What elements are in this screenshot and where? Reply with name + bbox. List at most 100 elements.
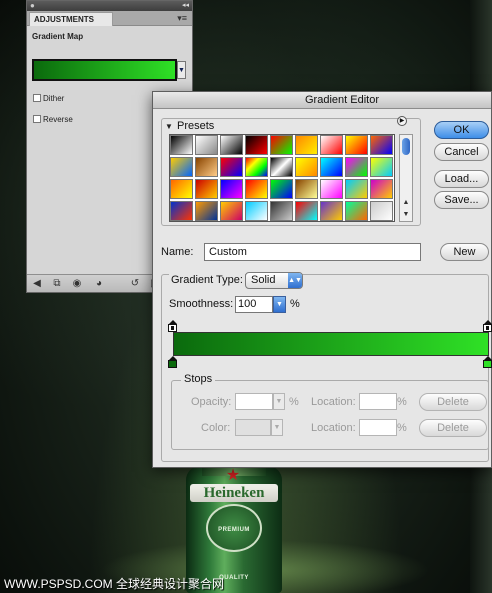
presets-menu-icon[interactable]: ▶: [397, 116, 407, 126]
preset-swatch[interactable]: [295, 179, 318, 199]
preset-swatch[interactable]: [345, 135, 368, 155]
stops-group: [171, 380, 489, 450]
smoothness-unit: %: [290, 298, 300, 310]
preset-swatch[interactable]: [320, 201, 343, 221]
gradient-type-select[interactable]: Solid ▲▼: [245, 272, 303, 289]
preset-swatch[interactable]: [320, 179, 343, 199]
preset-swatch[interactable]: [245, 135, 268, 155]
preset-swatch[interactable]: [220, 157, 243, 177]
scrollbar-thumb[interactable]: [402, 138, 410, 155]
opacity-stop-right[interactable]: [483, 320, 492, 332]
adjustment-title: Gradient Map: [32, 32, 84, 41]
preset-swatch[interactable]: [370, 201, 393, 221]
delete-color-stop-button[interactable]: Delete: [419, 419, 487, 437]
preset-swatch[interactable]: [320, 135, 343, 155]
dialog-title: Gradient Editor: [153, 92, 491, 109]
preset-swatch[interactable]: [245, 179, 268, 199]
save-button[interactable]: Save...: [434, 191, 489, 209]
preset-swatch[interactable]: [270, 201, 293, 221]
preset-swatches-grid: [169, 134, 395, 222]
smoothness-dropdown[interactable]: ▼: [273, 296, 286, 313]
opacity-input[interactable]: [235, 393, 273, 410]
preset-swatch[interactable]: [170, 179, 193, 199]
tab-adjustments[interactable]: ADJUSTMENTS: [29, 12, 113, 26]
preset-swatch[interactable]: [270, 135, 293, 155]
gradient-picker-dropdown[interactable]: ▼: [177, 61, 186, 79]
preset-swatch[interactable]: [195, 179, 218, 199]
preset-swatch[interactable]: [370, 157, 393, 177]
ok-button[interactable]: OK: [434, 121, 489, 139]
panel-collapse-icon[interactable]: ◂◂: [182, 1, 189, 11]
color-stop-right[interactable]: [483, 356, 492, 368]
opacity-location-label: Location:: [311, 396, 356, 408]
load-button[interactable]: Load...: [434, 170, 489, 188]
preset-swatch[interactable]: [370, 179, 393, 199]
preset-swatch[interactable]: [220, 201, 243, 221]
opacity-dropdown[interactable]: ▼: [273, 393, 285, 410]
preset-swatch[interactable]: [270, 179, 293, 199]
preset-swatch[interactable]: [295, 201, 318, 221]
dither-label: Dither: [43, 94, 65, 103]
color-stop-left[interactable]: [168, 356, 178, 368]
scroll-down-icon[interactable]: ▼: [401, 211, 411, 219]
clip-layer-icon[interactable]: ⧉: [51, 278, 63, 290]
preset-swatch[interactable]: [170, 201, 193, 221]
color-location-unit: %: [397, 422, 407, 434]
preset-swatch[interactable]: [270, 157, 293, 177]
preset-swatch[interactable]: [220, 179, 243, 199]
panel-menu-icon[interactable]: ▾≡: [177, 14, 187, 23]
bottle-seal: PREMIUM QUALITY: [206, 504, 262, 581]
back-arrow-icon[interactable]: ◀: [31, 278, 43, 290]
preset-swatch[interactable]: [195, 201, 218, 221]
opacity-location-input[interactable]: [359, 393, 397, 410]
preset-swatch[interactable]: [295, 135, 318, 155]
panel-close-icon[interactable]: ●: [30, 1, 35, 11]
delete-opacity-stop-button[interactable]: Delete: [419, 393, 487, 411]
preset-swatch[interactable]: [345, 179, 368, 199]
stops-label: Stops: [181, 373, 216, 385]
color-label: Color:: [201, 422, 231, 434]
bottle-brand-label: Heineken: [190, 484, 278, 502]
color-swatch[interactable]: [235, 419, 271, 436]
cancel-button[interactable]: Cancel: [434, 143, 489, 161]
preset-swatch[interactable]: [320, 157, 343, 177]
view-previous-icon[interactable]: ◕: [93, 278, 105, 290]
preset-swatch[interactable]: [195, 157, 218, 177]
preset-swatch[interactable]: [370, 135, 393, 155]
reset-icon[interactable]: ↺: [129, 278, 141, 290]
color-dropdown[interactable]: ▼: [271, 419, 283, 436]
presets-disclosure-icon[interactable]: ▼: [165, 122, 173, 131]
gradient-type-value: Solid: [251, 274, 276, 286]
bottle-star-icon: ★: [225, 467, 241, 484]
preset-swatch[interactable]: [295, 157, 318, 177]
opacity-stop-left[interactable]: [168, 320, 178, 332]
gradient-editor-dialog: Gradient Editor ▼ Presets ▶ ▲ ▼ OK Cance…: [152, 91, 492, 468]
reverse-checkbox[interactable]: [33, 115, 41, 123]
gradient-ramp[interactable]: [173, 332, 489, 356]
opacity-location-unit: %: [397, 396, 407, 408]
gradient-map-preview[interactable]: [32, 59, 177, 81]
gradient-type-label: Gradient Type:: [169, 274, 245, 286]
preset-swatch[interactable]: [170, 157, 193, 177]
preset-swatch[interactable]: [345, 157, 368, 177]
preset-swatch[interactable]: [220, 135, 243, 155]
panel-topstrip: ● ◂◂: [27, 1, 192, 11]
name-input[interactable]: Custom: [204, 243, 421, 261]
preset-swatch[interactable]: [245, 201, 268, 221]
preset-swatch[interactable]: [345, 201, 368, 221]
presets-scrollbar[interactable]: ▲ ▼: [399, 134, 413, 222]
color-location-label: Location:: [311, 422, 356, 434]
opacity-label: Opacity:: [191, 396, 232, 408]
preset-swatch[interactable]: [195, 135, 218, 155]
visibility-eye-icon[interactable]: ◉: [71, 278, 83, 290]
preset-swatch[interactable]: [245, 157, 268, 177]
reverse-label: Reverse: [43, 115, 73, 124]
opacity-unit: %: [289, 396, 299, 408]
smoothness-input[interactable]: 100: [235, 296, 273, 313]
new-button[interactable]: New: [440, 243, 489, 261]
preset-swatch[interactable]: [170, 135, 193, 155]
color-location-input[interactable]: [359, 419, 397, 436]
watermark-text: WWW.PSPSD.COM 全球经典设计聚合网: [4, 577, 224, 591]
scroll-up-icon[interactable]: ▲: [401, 199, 411, 207]
dither-checkbox[interactable]: [33, 94, 41, 102]
